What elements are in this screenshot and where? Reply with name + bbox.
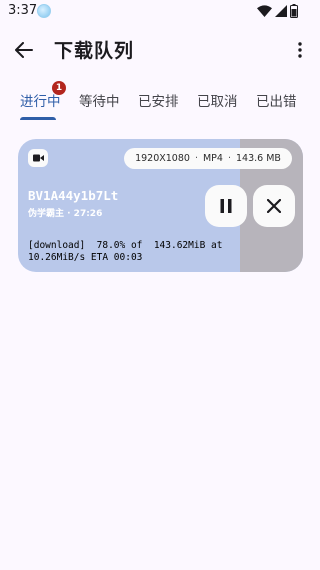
tab-error[interactable]: 已出错 bbox=[256, 90, 297, 110]
status-bar: 3:37 bbox=[0, 0, 320, 24]
download-log-line-2: 10.26MiB/s ETA 00:03 bbox=[28, 252, 143, 263]
back-button[interactable] bbox=[10, 36, 38, 64]
video-uploader-duration: 伪学霸主 · 27:26 bbox=[28, 209, 103, 219]
resolution-label: 1920X1080 bbox=[135, 153, 190, 164]
cancel-download-button[interactable] bbox=[253, 185, 295, 227]
app-notification-icon bbox=[37, 4, 51, 18]
arrow-back-icon bbox=[15, 42, 33, 58]
signal-icon bbox=[275, 5, 287, 17]
tab-waiting[interactable]: 等待中 bbox=[79, 90, 120, 110]
status-time: 3:37 bbox=[8, 3, 38, 18]
more-vert-icon bbox=[298, 42, 302, 58]
tab-bar: 进行中 1 等待中 已安排 已取消 已出错 bbox=[0, 80, 320, 120]
tab-scheduled[interactable]: 已安排 bbox=[138, 90, 179, 110]
tab-count-badge: 1 bbox=[52, 81, 66, 95]
tab-cancelled[interactable]: 已取消 bbox=[197, 90, 238, 110]
more-options-button[interactable] bbox=[286, 36, 314, 64]
pause-button[interactable] bbox=[205, 185, 247, 227]
wifi-icon bbox=[257, 5, 272, 17]
app-bar: 下载队列 bbox=[0, 24, 320, 76]
format-info-pill: 1920X1080 · MP4 · 143.6 MB bbox=[124, 148, 292, 169]
video-type-badge bbox=[28, 149, 48, 167]
format-label: MP4 bbox=[202, 153, 223, 164]
video-title: BV1A44y1b7Lt bbox=[28, 188, 119, 203]
status-icons bbox=[257, 4, 298, 18]
size-label: 143.6 MB bbox=[235, 153, 281, 164]
download-log-line-1: [download] 78.0% of 143.62MiB at bbox=[28, 240, 223, 251]
close-icon bbox=[267, 199, 281, 213]
videocam-icon bbox=[32, 154, 44, 162]
tab-indicator bbox=[20, 117, 56, 120]
separator: · bbox=[227, 153, 231, 164]
separator: · bbox=[194, 153, 198, 164]
page-title: 下载队列 bbox=[54, 40, 135, 62]
battery-icon bbox=[290, 4, 298, 18]
download-card[interactable]: 1920X1080 · MP4 · 143.6 MB BV1A44y1b7Lt … bbox=[18, 139, 303, 272]
pause-icon bbox=[220, 199, 232, 213]
